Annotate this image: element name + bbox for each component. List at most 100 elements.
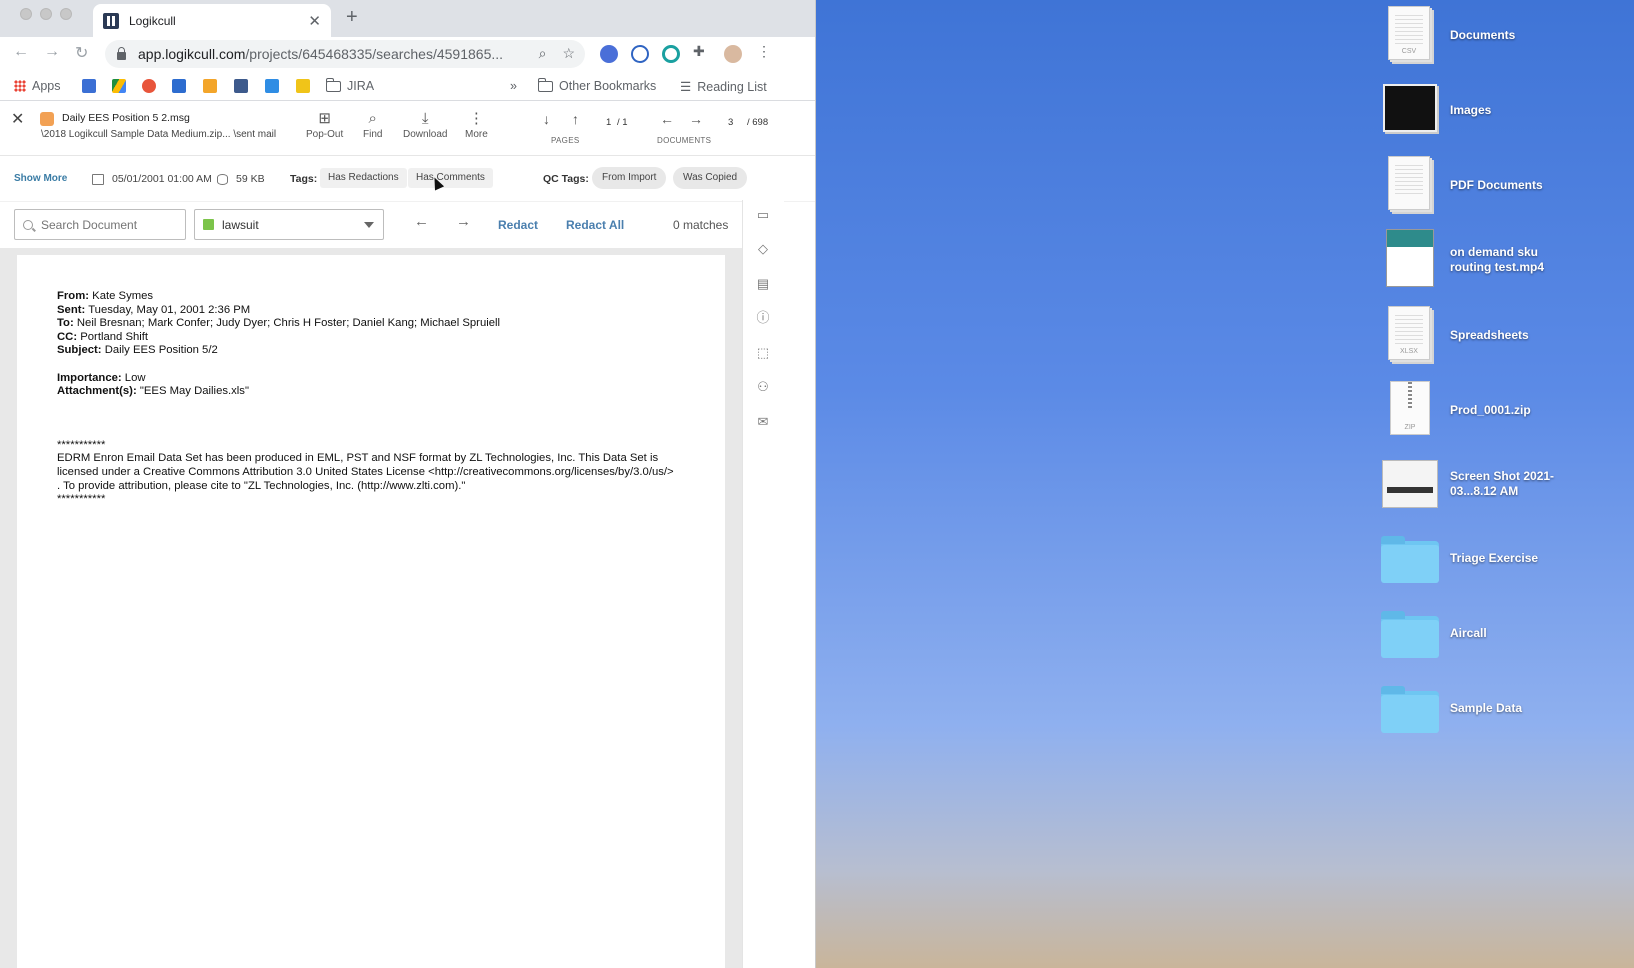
extension-blue-circle-icon[interactable] <box>600 45 618 63</box>
bookmarks-bar: Apps JIRA » Other Bookmarks ☰ Reading Li… <box>0 71 815 101</box>
popout-button[interactable]: ⊞ Pop-Out <box>306 109 343 140</box>
download-button[interactable]: ⤓ Download <box>403 109 447 140</box>
redact-all-button[interactable]: Redact All <box>566 218 624 232</box>
next-document-icon[interactable]: → <box>689 111 703 127</box>
desktop-item-aircall[interactable]: Aircall <box>1380 608 1630 668</box>
qc-tag-from-import[interactable]: From Import <box>592 167 667 189</box>
new-tab-button[interactable]: + <box>346 6 358 29</box>
clipboard-icon[interactable]: ▤ <box>755 277 771 291</box>
reload-icon[interactable]: ↻ <box>75 43 88 63</box>
email-footer-line-2: licensed under a Creative Commons Attrib… <box>57 465 674 478</box>
prev-document-icon[interactable]: ← <box>660 111 674 127</box>
redaction-reason-select[interactable]: lawsuit <box>194 209 384 240</box>
desktop-item-sample-data[interactable]: Sample Data <box>1380 683 1630 743</box>
next-page-icon[interactable]: ↓ <box>543 111 550 127</box>
bookmark-confluence-icon[interactable] <box>172 79 186 93</box>
tag-has-comments[interactable]: Has Comments <box>408 168 493 188</box>
bookmark-shield-icon[interactable] <box>203 79 217 93</box>
document-size-value: 59 KB <box>236 173 265 185</box>
more-label: More <box>465 129 488 140</box>
search-document-field[interactable] <box>14 209 186 240</box>
email-sent: Sent: Tuesday, May 01, 2001 2:36 PM <box>57 304 685 318</box>
folder-icon <box>325 77 341 92</box>
browser-window: Logikcull ✕ + ← → ↻ app.logikcull.com/pr… <box>0 0 816 968</box>
google-drive-icon[interactable] <box>112 79 126 93</box>
forward-icon[interactable]: → <box>44 43 60 61</box>
document-current[interactable]: 3 <box>728 117 733 128</box>
tag-has-redactions[interactable]: Has Redactions <box>320 168 407 188</box>
desktop-item-triage-exercise[interactable]: Triage Exercise <box>1380 533 1630 593</box>
bookmark-blue-icon[interactable] <box>265 79 279 93</box>
document-meta-bar: Show More 05/01/2001 01:00 AM 59 KB Tags… <box>0 156 815 202</box>
bookmark-star-icon[interactable]: ☆ <box>562 45 575 62</box>
browser-tab[interactable]: Logikcull ✕ <box>93 4 331 37</box>
search-icon: ⌕ <box>368 110 377 127</box>
prev-page-icon[interactable]: ↑ <box>572 111 579 127</box>
tab-title: Logikcull <box>129 13 176 28</box>
attachments-value: "EES May Dailies.xls" <box>139 385 249 398</box>
bookmarks-overflow-button[interactable]: » <box>510 79 517 93</box>
desktop-item-images[interactable]: Images <box>1380 79 1630 139</box>
qc-tag-was-copied[interactable]: Was Copied <box>673 167 748 189</box>
attachments-label: Attachment(s): <box>57 385 137 398</box>
desktop-item-label: Prod_0001.zip <box>1450 403 1531 417</box>
bookmark-miro-icon[interactable] <box>296 79 310 93</box>
info-icon[interactable]: ⓘ <box>755 311 771 325</box>
desktop-item-pdf-documents[interactable]: PDF Documents <box>1380 154 1630 214</box>
email-from: From: Kate Symes <box>57 290 685 304</box>
extension-1password-icon[interactable] <box>631 45 649 63</box>
browser-toolbar: ← → ↻ app.logikcull.com/projects/6454683… <box>0 37 815 71</box>
desktop-item-zip[interactable]: ZIP Prod_0001.zip <box>1380 379 1630 439</box>
document-page[interactable]: From: Kate Symes Sent: Tuesday, May 01, … <box>17 255 725 968</box>
browser-menu-icon[interactable]: ⋮ <box>757 43 775 61</box>
window-minimize-button[interactable] <box>40 8 52 20</box>
desktop-item-spreadsheets[interactable]: XLSX Spreadsheets <box>1380 304 1630 364</box>
popout-label: Pop-Out <box>306 129 344 140</box>
tag-icon[interactable]: ◇ <box>755 242 771 256</box>
window-zoom-button[interactable] <box>60 8 72 20</box>
folder-icon <box>1380 533 1440 593</box>
redaction-area-icon[interactable]: ⬚ <box>755 346 771 360</box>
close-document-icon[interactable]: ✕ <box>11 109 24 129</box>
show-more-link[interactable]: Show More <box>14 173 67 184</box>
comment-icon[interactable]: ▭ <box>755 208 771 222</box>
extension-teal-icon[interactable] <box>662 45 680 63</box>
back-icon[interactable]: ← <box>13 43 29 61</box>
desktop-item-documents[interactable]: CSV Documents <box>1380 4 1630 64</box>
from-value: Kate Symes <box>92 290 154 302</box>
redact-button[interactable]: Redact <box>498 218 538 232</box>
bookmark-g-icon[interactable] <box>142 79 156 93</box>
email-thread-icon[interactable]: ✉ <box>755 415 771 429</box>
bookmark-jira[interactable]: JIRA <box>325 77 374 93</box>
document-total: / 698 <box>747 117 769 128</box>
to-label: To: <box>57 317 74 330</box>
desktop-item-screenshot[interactable]: Screen Shot 2021-03...8.12 AM <box>1380 458 1630 518</box>
page-current[interactable]: 1 <box>606 117 611 128</box>
bookmark-icon-1[interactable] <box>82 79 96 93</box>
lock-icon <box>117 47 126 60</box>
desktop-item-label: Spreadsheets <box>1450 328 1529 342</box>
extensions-puzzle-icon[interactable]: ✚ <box>693 43 711 61</box>
desktop-item-video[interactable]: on demand sku routing test.mp4 <box>1380 229 1630 289</box>
window-close-button[interactable] <box>20 8 32 20</box>
bookmark-apps[interactable]: Apps <box>14 79 61 93</box>
people-icon[interactable]: ⚇ <box>755 380 771 394</box>
redaction-toolbar: lawsuit ← → Redact Redact All 0 matches <box>0 202 815 250</box>
bookmark-other[interactable]: Other Bookmarks <box>537 77 656 93</box>
profile-avatar[interactable] <box>724 45 742 63</box>
address-bar[interactable]: app.logikcull.com/projects/645468335/sea… <box>105 40 585 68</box>
email-file-icon <box>40 112 54 126</box>
bookmark-calendar-icon[interactable] <box>234 79 248 93</box>
tab-close-icon[interactable]: ✕ <box>308 12 321 30</box>
reading-list[interactable]: ☰ Reading List <box>680 79 767 95</box>
desktop-item-label: Sample Data <box>1450 701 1523 715</box>
chevron-down-icon <box>364 222 374 228</box>
find-button[interactable]: ⌕ Find <box>363 109 382 140</box>
more-button[interactable]: ⋮ More <box>465 109 488 140</box>
logikcull-favicon-icon <box>103 12 119 29</box>
search-document-input[interactable] <box>41 217 171 232</box>
previous-match-icon[interactable]: ← <box>414 213 429 230</box>
zoom-icon[interactable]: ⌕ <box>539 45 547 62</box>
next-match-icon[interactable]: → <box>456 213 471 230</box>
tab-strip: Logikcull ✕ + <box>0 0 815 37</box>
